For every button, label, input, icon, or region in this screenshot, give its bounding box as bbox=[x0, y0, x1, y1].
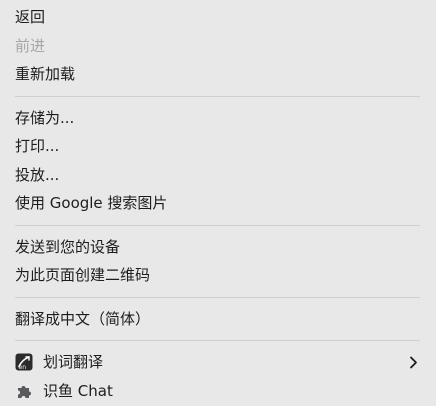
menu-item-translate[interactable]: 翻译成中文（简体） bbox=[0, 305, 436, 334]
chevron-right-icon bbox=[409, 348, 418, 377]
menu-item-reload[interactable]: 重新加载 bbox=[0, 60, 436, 89]
menu-item-label: 使用 Google 搜索图片 bbox=[15, 194, 168, 212]
menu-separator bbox=[15, 95, 420, 97]
menu-item-search-image-google[interactable]: 使用 Google 搜索图片 bbox=[0, 189, 436, 218]
menu-item-label: 为此页面创建二维码 bbox=[15, 266, 151, 284]
menu-item-label: 翻译成中文（简体） bbox=[15, 309, 151, 328]
menu-item-label: 重新加载 bbox=[15, 65, 76, 83]
menu-item-label: 存储为... bbox=[15, 108, 75, 127]
menu-item-create-qr-code[interactable]: 为此页面创建二维码 bbox=[0, 261, 436, 290]
menu-item-label: 返回 bbox=[15, 8, 46, 26]
menu-item-back[interactable]: 返回 bbox=[0, 3, 436, 32]
translate-extension-icon: en bbox=[15, 353, 33, 371]
menu-item-print[interactable]: 打印... bbox=[0, 132, 436, 161]
menu-item-save-as[interactable]: 存储为... bbox=[0, 104, 436, 133]
menu-item-label: 前进 bbox=[15, 36, 46, 55]
menu-item-cast[interactable]: 投放... bbox=[0, 161, 436, 190]
menu-item-label: 划词翻译 bbox=[43, 353, 104, 371]
menu-separator bbox=[15, 340, 420, 341]
svg-text:en: en bbox=[19, 364, 27, 371]
menu-item-forward: 前进 bbox=[0, 32, 436, 61]
menu-item-send-to-devices[interactable]: 发送到您的设备 bbox=[0, 233, 436, 262]
menu-separator bbox=[15, 224, 420, 226]
puzzle-piece-icon bbox=[15, 382, 33, 400]
menu-item-shiyu-chat[interactable]: 识鱼 Chat bbox=[0, 377, 436, 406]
menu-item-label: 识鱼 Chat bbox=[43, 381, 113, 400]
menu-item-word-translate[interactable]: en 划词翻译 bbox=[0, 348, 436, 377]
menu-item-label: 投放... bbox=[15, 165, 60, 184]
context-menu: 返回 前进 重新加载 存储为... 打印... 投放... 使用 Google … bbox=[0, 0, 436, 406]
menu-separator bbox=[15, 296, 420, 298]
menu-item-label: 发送到您的设备 bbox=[15, 237, 121, 256]
menu-item-label: 打印... bbox=[15, 137, 60, 155]
